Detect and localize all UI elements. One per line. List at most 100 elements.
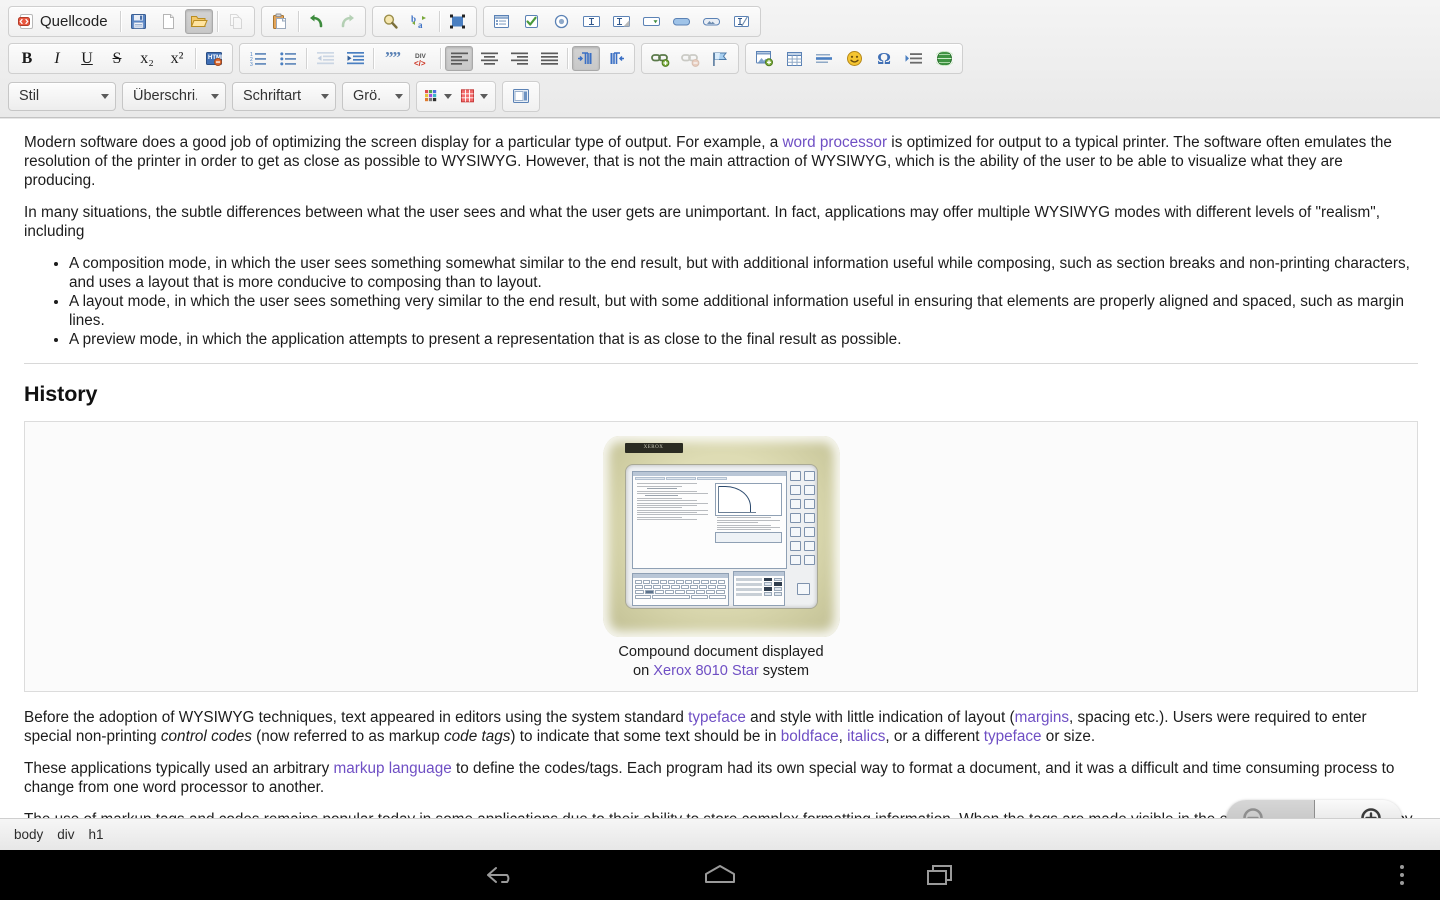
omega-icon: Ω bbox=[877, 48, 891, 68]
font-select[interactable]: Schriftart bbox=[232, 81, 336, 111]
link-boldface[interactable]: boldface bbox=[781, 728, 839, 745]
maximize-icon bbox=[513, 88, 529, 103]
align-left-button[interactable] bbox=[445, 46, 473, 71]
bold-button[interactable]: B bbox=[13, 46, 41, 71]
create-div-button[interactable]: DIV </> bbox=[408, 46, 436, 71]
wysiwyg-modes-list: A composition mode, in which the user se… bbox=[24, 254, 1418, 349]
nav-home-button[interactable] bbox=[655, 850, 785, 900]
toolbar-separator bbox=[306, 48, 307, 69]
radio-button[interactable] bbox=[548, 9, 576, 34]
editor-content-area[interactable]: Modern software does a good job of optim… bbox=[0, 118, 1440, 818]
svg-text:a: a bbox=[418, 20, 423, 30]
text: , bbox=[838, 728, 848, 745]
align-right-button[interactable] bbox=[505, 46, 533, 71]
element-path-div[interactable]: div bbox=[57, 827, 74, 842]
remove-format-button[interactable]: HTML bbox=[200, 46, 228, 71]
folder-open-icon bbox=[190, 16, 208, 27]
toolbar-group-colors bbox=[416, 80, 496, 112]
horizontal-rule-button[interactable] bbox=[810, 46, 838, 71]
underline-button[interactable]: U bbox=[73, 46, 101, 71]
paragraph-modern-software: Modern software does a good job of optim… bbox=[24, 133, 1418, 190]
align-center-button[interactable] bbox=[475, 46, 503, 71]
overflow-menu-icon[interactable] bbox=[1384, 850, 1420, 900]
align-right-icon bbox=[510, 52, 528, 65]
element-path-body[interactable]: body bbox=[14, 827, 43, 842]
text-field-button[interactable] bbox=[578, 9, 606, 34]
image-button-icon bbox=[703, 18, 721, 26]
select-all-button[interactable] bbox=[444, 9, 472, 34]
toolbar-group-paragraph: 1 2 3 ” ” DIV </> bbox=[239, 43, 635, 74]
link-word-processor[interactable]: word processor bbox=[782, 134, 887, 151]
unlink-icon bbox=[680, 53, 699, 67]
link-markup-language[interactable]: markup language bbox=[334, 760, 452, 777]
rtl-button[interactable] bbox=[602, 46, 630, 71]
indent-button[interactable] bbox=[341, 46, 369, 71]
toolbar-group-links bbox=[641, 43, 739, 74]
caption-line-2: on Xerox 8010 Star system bbox=[25, 662, 1417, 681]
toolbar-group-tools bbox=[502, 80, 540, 112]
link-typeface-2[interactable]: typeface bbox=[984, 728, 1042, 745]
monitor-brand-label: XEROX bbox=[624, 443, 683, 453]
textarea-button[interactable] bbox=[608, 9, 636, 34]
redo-icon bbox=[341, 14, 354, 28]
smiley-button[interactable] bbox=[840, 46, 868, 71]
undo-button[interactable] bbox=[303, 9, 331, 34]
nav-recents-button[interactable] bbox=[875, 850, 1005, 900]
paste-button[interactable] bbox=[266, 9, 294, 34]
link-xerox-8010-star[interactable]: Xerox 8010 Star bbox=[653, 663, 758, 679]
strike-button[interactable]: S bbox=[103, 46, 131, 71]
outdent-button[interactable] bbox=[311, 46, 339, 71]
preview-button[interactable] bbox=[222, 9, 250, 34]
find-button[interactable] bbox=[377, 9, 405, 34]
image-button-button[interactable] bbox=[698, 9, 726, 34]
style-select[interactable]: Stil bbox=[8, 81, 116, 111]
italic-button[interactable]: I bbox=[43, 46, 71, 71]
templates-button[interactable] bbox=[184, 9, 213, 34]
save-button[interactable] bbox=[125, 9, 153, 34]
button-field-button[interactable] bbox=[668, 9, 696, 34]
link-typeface[interactable]: typeface bbox=[688, 709, 746, 726]
text: and style with little indication of layo… bbox=[745, 709, 1015, 726]
blockquote-button[interactable]: ” ” bbox=[378, 46, 406, 71]
select-field-button[interactable] bbox=[638, 9, 666, 34]
align-justify-button[interactable] bbox=[535, 46, 563, 71]
text: or size. bbox=[1041, 728, 1096, 745]
image-button[interactable] bbox=[750, 46, 778, 71]
replace-button[interactable]: b a bbox=[407, 9, 435, 34]
format-select[interactable]: Überschri... bbox=[122, 81, 226, 111]
screen-keyboard-window bbox=[631, 573, 729, 606]
blockquote-icon: ” ” bbox=[385, 51, 401, 66]
maximize-button[interactable] bbox=[507, 84, 535, 109]
page-break-button[interactable] bbox=[900, 46, 928, 71]
hidden-field-button[interactable] bbox=[728, 9, 756, 34]
iframe-button[interactable] bbox=[930, 46, 958, 71]
svg-text:</>: </> bbox=[414, 59, 426, 67]
link-margins[interactable]: margins bbox=[1015, 709, 1069, 726]
subscript-button[interactable]: x₂ bbox=[133, 46, 161, 71]
text-color-button[interactable] bbox=[421, 84, 455, 109]
size-select[interactable]: Grö... bbox=[342, 81, 410, 111]
checkbox-button[interactable] bbox=[518, 9, 546, 34]
superscript-button[interactable]: x² bbox=[163, 46, 191, 71]
source-button[interactable]: Quellcode bbox=[13, 9, 116, 34]
link-italics[interactable]: italics bbox=[847, 728, 885, 745]
text: Before the adoption of WYSIWYG technique… bbox=[24, 709, 689, 726]
special-char-button[interactable]: Ω bbox=[870, 46, 898, 71]
ltr-button[interactable] bbox=[572, 46, 600, 71]
text-direction-rtl-icon bbox=[610, 52, 624, 64]
link-button[interactable] bbox=[646, 46, 674, 71]
element-path-h1[interactable]: h1 bbox=[89, 827, 104, 842]
toolbar-group-insert: Ω bbox=[745, 43, 963, 74]
link-icon bbox=[650, 53, 669, 67]
table-button[interactable] bbox=[780, 46, 808, 71]
background-color-button[interactable] bbox=[457, 84, 491, 109]
bulleted-list-button[interactable] bbox=[274, 46, 302, 71]
form-button[interactable] bbox=[488, 9, 516, 34]
redo-button[interactable] bbox=[333, 9, 361, 34]
text: ) to indicate that some text should be i… bbox=[510, 728, 781, 745]
nav-back-button[interactable] bbox=[435, 850, 565, 900]
unlink-button[interactable] bbox=[676, 46, 704, 71]
new-page-button[interactable] bbox=[155, 9, 183, 34]
anchor-button[interactable] bbox=[706, 46, 734, 71]
numbered-list-button[interactable]: 1 2 3 bbox=[244, 46, 272, 71]
